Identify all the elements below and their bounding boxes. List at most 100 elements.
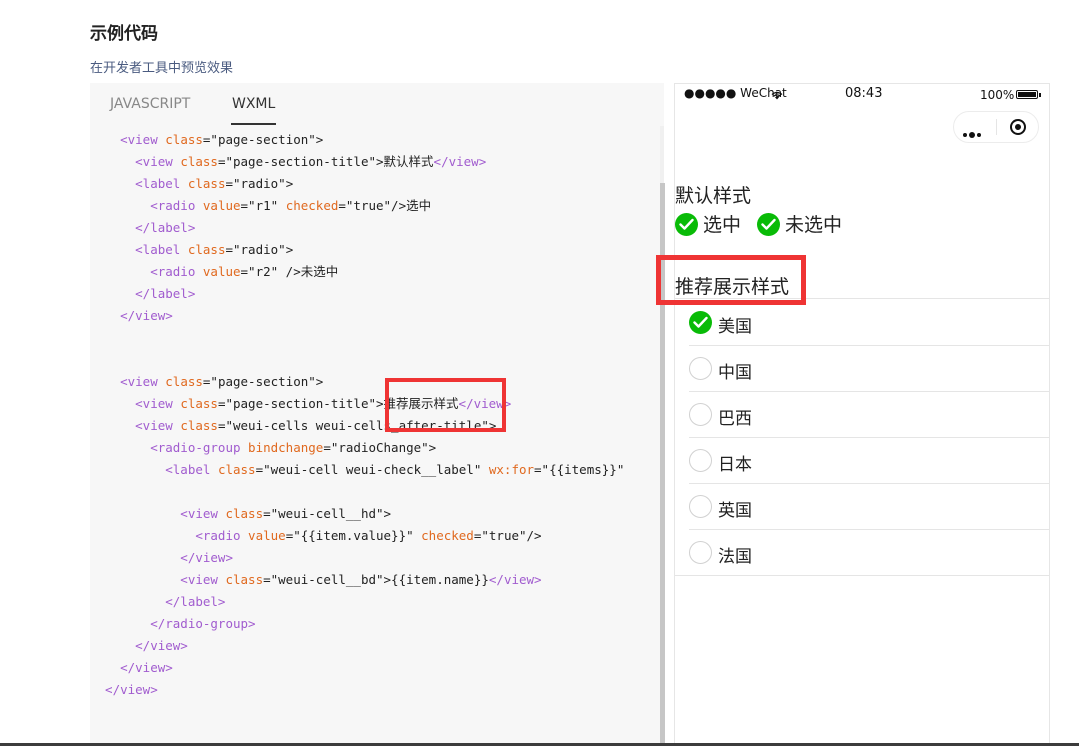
code-token: <view — [90, 132, 166, 147]
code-line: <label class="weui-cell weui-check__labe… — [90, 459, 624, 481]
code-line: <view class="page-section-title">默认样式</v… — [90, 151, 486, 173]
code-line: <radio value="r2" />未选中 — [90, 261, 338, 283]
code-token: <label — [90, 462, 218, 477]
country-label: 英国 — [718, 501, 752, 521]
radio-checked-icon[interactable] — [689, 311, 712, 334]
code-token: bindchange — [248, 440, 324, 455]
code-token: </label> — [90, 220, 196, 235]
code-token: </view> — [433, 154, 487, 169]
phone-highlight-box — [656, 255, 806, 305]
check-circle-icon — [675, 213, 698, 236]
code-token: <view — [90, 374, 166, 389]
code-token: class — [180, 396, 218, 411]
code-token: 默认样式 — [383, 154, 434, 169]
radio-unchecked-icon[interactable] — [689, 495, 712, 518]
code-token: ="true"/> — [338, 198, 407, 213]
code-line: </label> — [90, 283, 195, 305]
status-bar: ●●●●● WeChat 08:43 100% — [675, 84, 1051, 106]
code-token: <view — [90, 396, 181, 411]
code-token: class — [180, 154, 218, 169]
capsule-divider — [996, 119, 997, 135]
code-token: ="radio"> — [225, 242, 294, 257]
code-token: ="page-section"> — [202, 132, 324, 147]
code-token: 未选中 — [300, 264, 339, 279]
code-line: <radio-group bindchange="radioChange"> — [90, 437, 436, 459]
code-token: <radio — [90, 264, 203, 279]
code-token: <radio — [90, 198, 203, 213]
battery-icon — [1016, 90, 1038, 99]
code-token: ="true"/> — [473, 528, 542, 543]
country-label: 法国 — [718, 547, 752, 567]
country-label: 中国 — [718, 363, 752, 383]
code-token: 选中 — [406, 198, 432, 213]
more-icon[interactable] — [963, 124, 983, 143]
code-token: class — [187, 242, 226, 257]
code-token: </view> — [90, 660, 173, 675]
code-line: </view> — [90, 657, 173, 679]
radio-label: 选中 — [703, 214, 742, 236]
code-token: <label — [90, 176, 188, 191]
check-circle-icon — [757, 213, 780, 236]
code-token: class — [225, 506, 264, 521]
radio-unchecked-icon[interactable] — [689, 403, 712, 426]
code-token: </view> — [90, 638, 188, 653]
code-token: <label — [90, 242, 188, 257]
code-token: class — [187, 176, 226, 191]
country-radio-list: 美国 中国 巴西 日本 英国 法国 — [675, 298, 1049, 576]
code-line: <radio value="r1" checked="true"/>选中 — [90, 195, 431, 217]
code-line: <label class="radio"> — [90, 239, 293, 261]
code-line: </view> — [90, 305, 173, 327]
status-time: 08:43 — [845, 86, 883, 101]
list-item[interactable]: 巴西 — [675, 391, 1049, 437]
list-item[interactable]: 法国 — [675, 529, 1049, 575]
code-token: ="page-section"> — [202, 374, 324, 389]
code-token: </view> — [90, 682, 158, 697]
radio-label: 未选中 — [785, 214, 843, 236]
code-token: ="page-section-title"> — [217, 154, 384, 169]
code-token: wx:for — [488, 462, 535, 477]
code-token: <radio — [90, 528, 249, 543]
tab-javascript[interactable]: JAVASCRIPT — [110, 96, 190, 112]
code-token: {{item.name}} — [391, 572, 489, 587]
battery-percent: 100% — [980, 88, 1015, 102]
code-line: <radio value="{{item.value}}" checked="t… — [90, 525, 542, 547]
list-item[interactable]: 日本 — [675, 437, 1049, 483]
radio-unchecked-icon[interactable] — [689, 357, 712, 380]
code-line: <view class="page-section"> — [90, 129, 323, 151]
list-item[interactable]: 英国 — [675, 483, 1049, 529]
list-item[interactable]: 中国 — [675, 345, 1049, 391]
code-token: ="weui-cell weui-check__label" — [255, 462, 489, 477]
code-token: </radio-group> — [90, 616, 256, 631]
tab-wxml[interactable]: WXML — [232, 96, 275, 112]
code-token: </label> — [90, 594, 226, 609]
code-token: class — [180, 418, 218, 433]
radio-unchecked-icon[interactable] — [689, 449, 712, 472]
code-token: </view> — [90, 308, 173, 323]
code-token: ="radioChange"> — [323, 440, 437, 455]
code-token: ="{{item.value}}" — [285, 528, 422, 543]
code-token: </view> — [488, 572, 542, 587]
code-line: </radio-group> — [90, 613, 256, 635]
code-line: <view class="weui-cell__hd"> — [90, 503, 391, 525]
phone-preview: ●●●●● WeChat 08:43 100% 默认样式 选中 未选中 推荐展示… — [656, 83, 1051, 746]
code-token: </view> — [90, 550, 233, 565]
country-label: 美国 — [718, 317, 752, 337]
code-token: ="page-section-title"> — [217, 396, 384, 411]
code-token: ="r2" /> — [240, 264, 301, 279]
list-item[interactable]: 美国 — [675, 299, 1049, 345]
code-token: value — [248, 528, 286, 543]
code-token: ="r1" — [240, 198, 286, 213]
close-target-icon[interactable] — [1010, 119, 1026, 135]
code-line: <view class="weui-cell__bd">{{item.name}… — [90, 569, 542, 591]
preview-in-devtools-link[interactable]: 在开发者工具中预览效果 — [90, 57, 233, 76]
code-token: class — [165, 132, 203, 147]
code-token: ="weui-cell__bd"> — [263, 572, 392, 587]
code-token: <view — [90, 418, 181, 433]
code-token: <view — [90, 154, 181, 169]
page-title: 示例代码 — [90, 24, 158, 44]
code-line: </view> — [90, 679, 158, 701]
code-token: ="{{items}}" — [534, 462, 625, 477]
code-token: ="weui-cell__hd"> — [263, 506, 392, 521]
radio-unchecked-icon[interactable] — [689, 541, 712, 564]
code-token: class — [165, 374, 203, 389]
